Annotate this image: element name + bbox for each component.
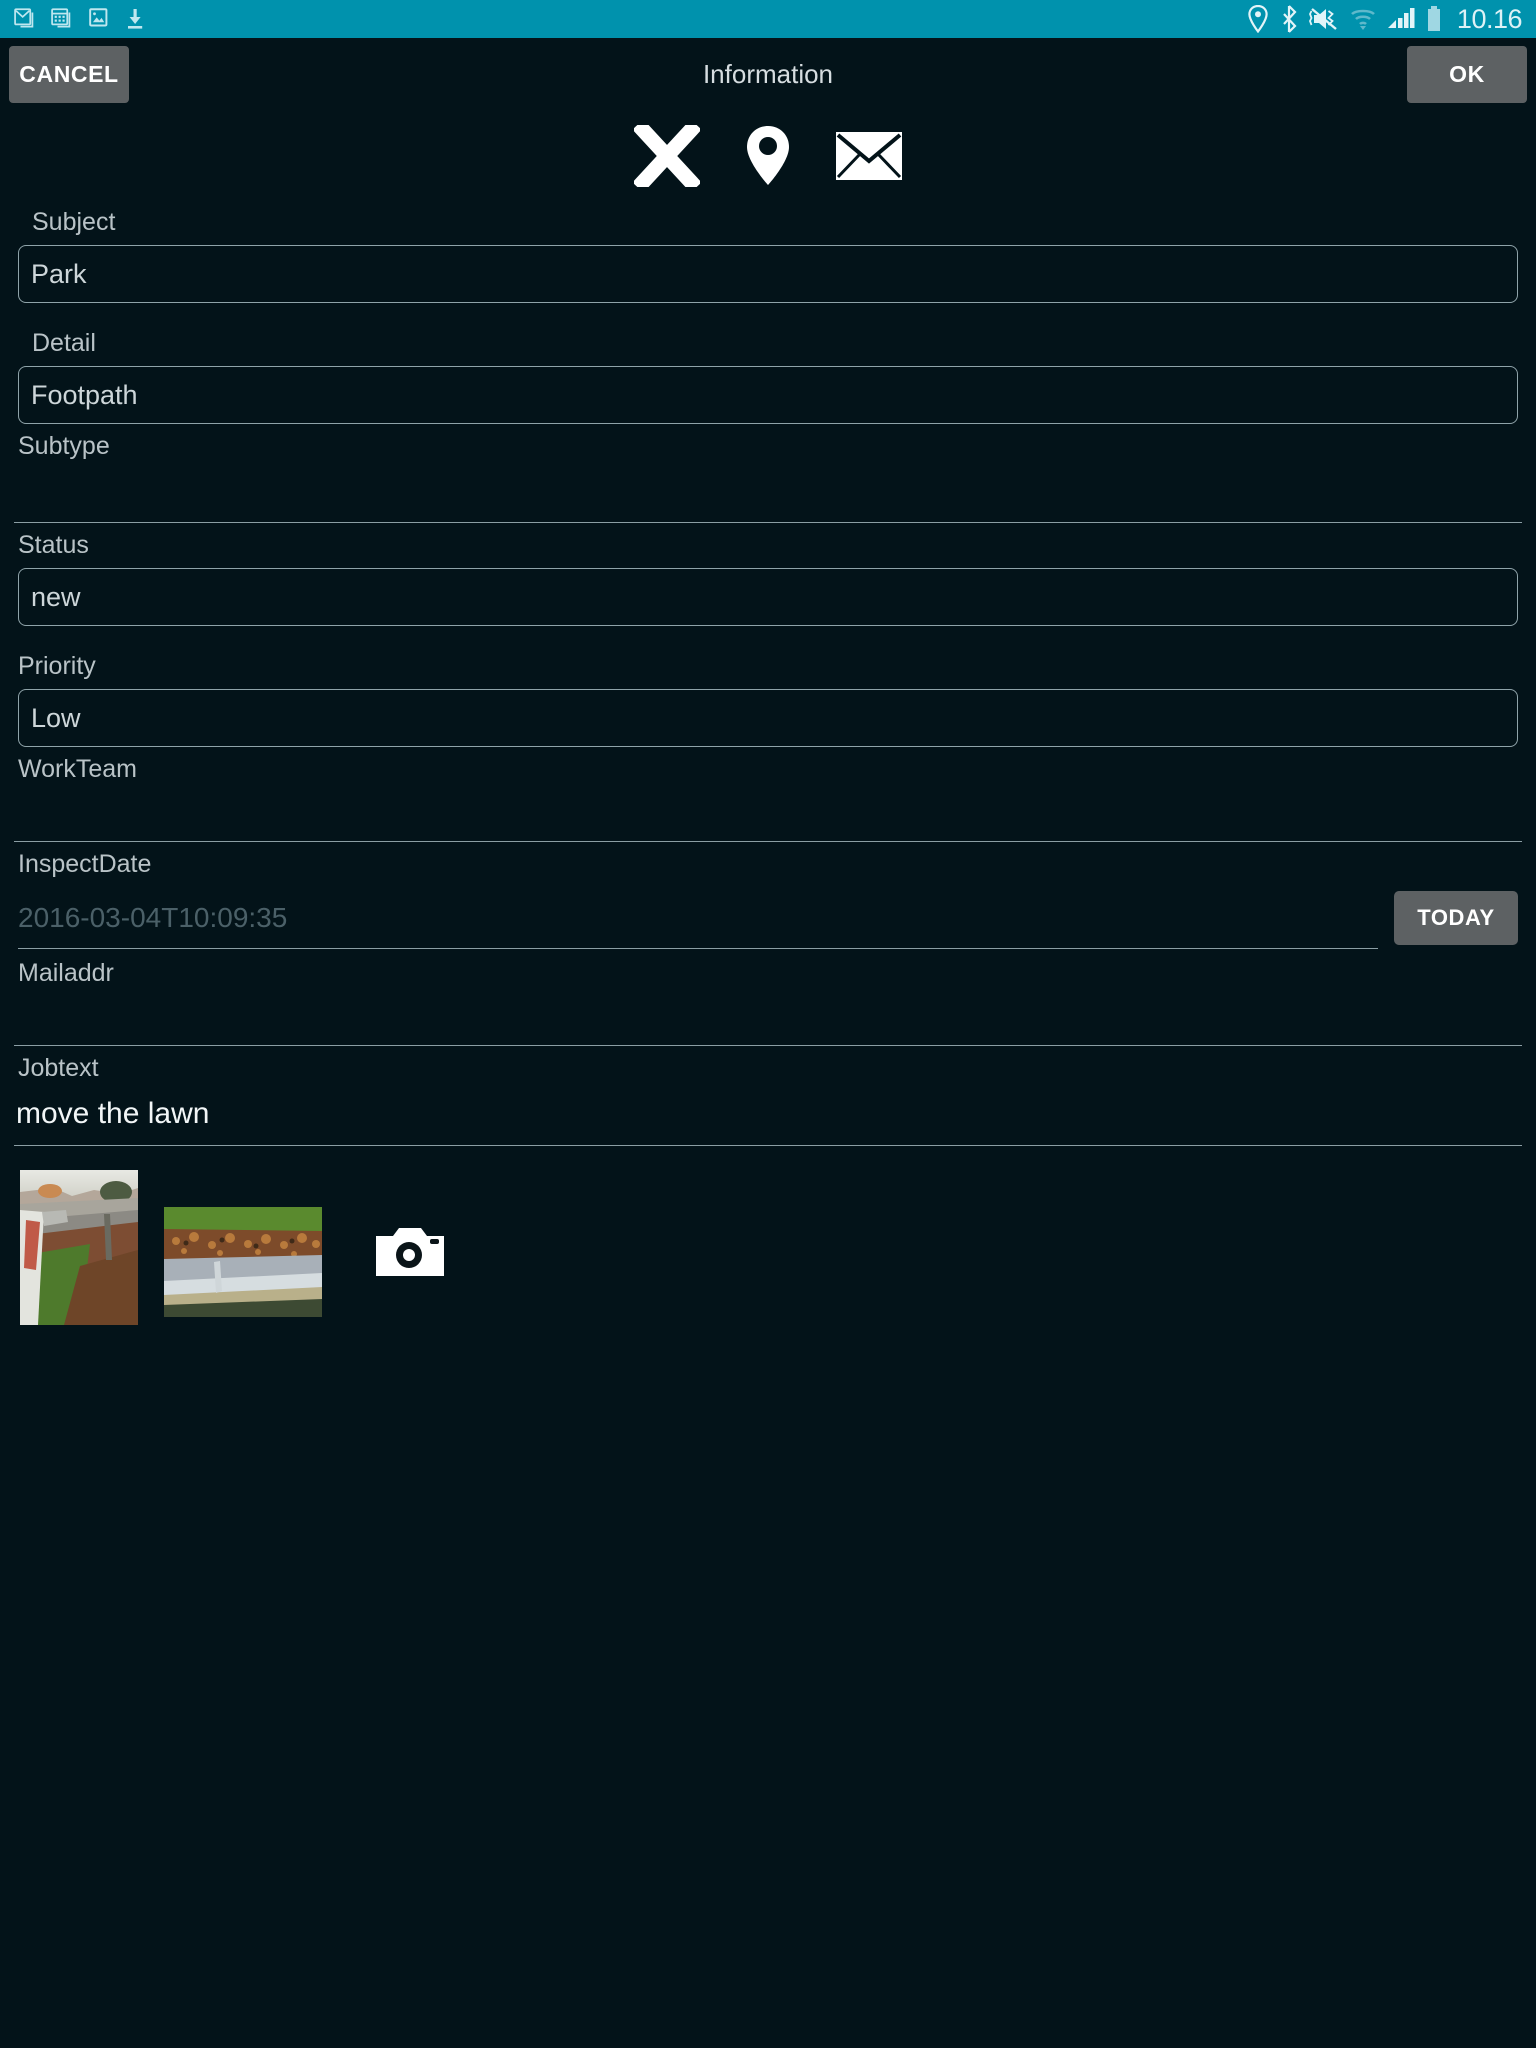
inspectdate-label: InspectDate [18, 850, 152, 878]
status-bar-clock: 10.16 [1456, 3, 1523, 34]
jobtext-label: Jobtext [18, 1054, 99, 1082]
mail-icon[interactable] [836, 132, 902, 180]
mailaddr-label: Mailaddr [18, 959, 114, 987]
action-icon-row [0, 110, 1536, 202]
field-subject: Subject Park [18, 202, 1518, 303]
gmail-icon [14, 8, 34, 28]
battery-icon [1427, 6, 1440, 31]
status-bar-system-icons: 10.16 [1247, 3, 1523, 34]
photo-thumbnail-1[interactable] [20, 1170, 138, 1325]
workteam-spinner[interactable] [14, 792, 1522, 842]
field-inspectdate: InspectDate 2016-03-04T10:09:35 TODAY [18, 844, 1518, 951]
priority-label: Priority [18, 652, 96, 680]
status-bar-notification-icons [14, 6, 149, 32]
inspectdate-row: 2016-03-04T10:09:35 TODAY [18, 887, 1518, 951]
mute-vibrate-icon [1308, 8, 1337, 30]
status-label: Status [18, 531, 89, 559]
detail-input[interactable]: Footpath [18, 366, 1518, 424]
page-title: Information [702, 58, 834, 89]
wifi-icon [1351, 9, 1375, 30]
information-form: Subject Park Detail Footpath Subtype Sta… [0, 202, 1536, 1146]
signal-icon [1387, 8, 1415, 28]
attachment-thumbnails [0, 1148, 1536, 1325]
dialog-header: CANCEL Information OK [0, 38, 1536, 110]
location-icon [1248, 5, 1268, 33]
field-status: Status new [18, 525, 1518, 626]
field-subtype: Subtype [14, 426, 1522, 523]
add-photo-button[interactable] [376, 1226, 444, 1283]
app-screen: 10.16 CANCEL Information OK Subject Park [0, 0, 1536, 2048]
camera-icon[interactable] [376, 1226, 444, 1278]
bluetooth-icon [1283, 5, 1297, 33]
download-icon [128, 9, 143, 29]
ok-button[interactable]: OK [1407, 46, 1527, 103]
location-pin-icon[interactable] [746, 125, 790, 187]
mailaddr-input[interactable] [14, 996, 1522, 1046]
status-bar: 10.16 [0, 0, 1536, 38]
cancel-button[interactable]: CANCEL [9, 46, 129, 103]
subject-input[interactable]: Park [18, 245, 1518, 303]
subtype-label: Subtype [18, 432, 110, 460]
gallery-icon [89, 8, 108, 27]
inspectdate-input[interactable]: 2016-03-04T10:09:35 [18, 894, 1378, 949]
field-jobtext: Jobtext move the lawn [14, 1048, 1522, 1146]
close-icon[interactable] [634, 125, 700, 187]
detail-label: Detail [32, 329, 96, 357]
field-detail: Detail Footpath [18, 323, 1518, 424]
workteam-label: WorkTeam [18, 755, 138, 783]
field-priority: Priority Low [18, 646, 1518, 747]
priority-input[interactable]: Low [18, 689, 1518, 747]
field-workteam: WorkTeam [14, 749, 1522, 842]
photo-thumbnail-2[interactable] [164, 1207, 322, 1317]
status-input[interactable]: new [18, 568, 1518, 626]
today-button[interactable]: TODAY [1394, 891, 1518, 945]
jobtext-input[interactable]: move the lawn [14, 1091, 1522, 1146]
calendar-icon [51, 8, 71, 28]
subtype-spinner[interactable] [14, 469, 1522, 523]
subject-label: Subject [32, 208, 116, 236]
field-mailaddr: Mailaddr [14, 953, 1522, 1046]
